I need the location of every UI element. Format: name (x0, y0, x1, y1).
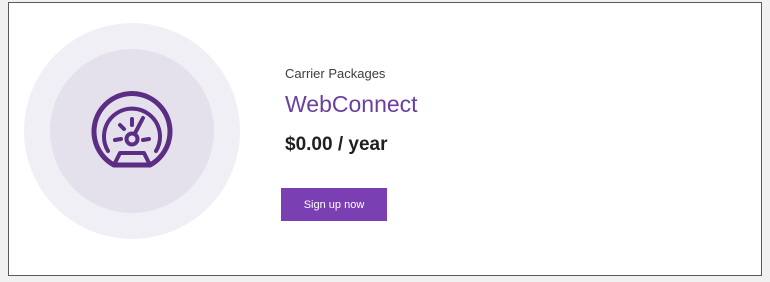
package-price: $0.00 / year (285, 134, 388, 155)
speedometer-icon (91, 91, 173, 168)
package-category: Carrier Packages (285, 66, 386, 81)
package-card: Carrier Packages WebConnect $0.00 / year… (8, 2, 762, 276)
sign-up-button[interactable]: Sign up now (281, 188, 387, 221)
icon-backdrop (50, 49, 214, 213)
package-name: WebConnect (285, 91, 418, 117)
icon-halo (24, 23, 240, 239)
